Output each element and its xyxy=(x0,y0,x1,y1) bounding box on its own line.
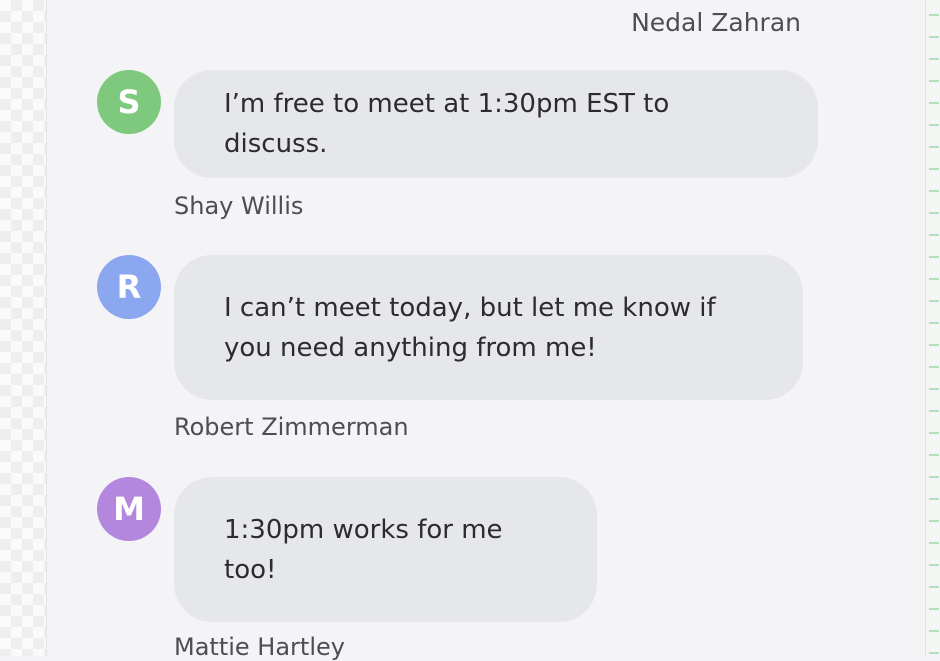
scrollbar-tick xyxy=(929,520,939,522)
scrollbar-tick xyxy=(929,344,939,346)
scrollbar-tick xyxy=(929,36,939,38)
scrollbar-tick xyxy=(929,388,939,390)
message-text: I’m free to meet at 1:30pm EST to discus… xyxy=(224,89,670,159)
message-sender-name: Mattie Hartley xyxy=(174,633,345,661)
scrollbar-tick xyxy=(929,58,939,60)
scrollbar-tick xyxy=(929,476,939,478)
scrollbar-tick xyxy=(929,102,939,104)
scrollbar-tick xyxy=(929,124,939,126)
scrollbar-tick xyxy=(929,542,939,544)
scrollbar-tick xyxy=(929,80,939,82)
scrollbar-tick xyxy=(929,410,939,412)
message-sender-name: Robert Zimmerman xyxy=(174,413,409,441)
avatar[interactable]: S xyxy=(97,70,161,134)
scrollbar-tick xyxy=(929,498,939,500)
left-background-strip xyxy=(0,0,47,656)
chat-message-list[interactable]: Nedal Zahran S I’m free to meet at 1:30p… xyxy=(47,0,925,661)
avatar[interactable]: M xyxy=(97,477,161,541)
scrollbar-tick xyxy=(929,630,939,632)
scrollbar-tick xyxy=(929,366,939,368)
scrollbar-tick xyxy=(929,146,939,148)
scrollbar[interactable] xyxy=(925,0,940,656)
avatar[interactable]: R xyxy=(97,255,161,319)
message-bubble[interactable]: 1:30pm works for me too! xyxy=(174,477,597,622)
message-bubble[interactable]: I can’t meet today, but let me know if y… xyxy=(174,255,803,400)
scrollbar-tick xyxy=(929,190,939,192)
scrollbar-tick xyxy=(929,454,939,456)
message-bubble[interactable]: I’m free to meet at 1:30pm EST to discus… xyxy=(174,70,818,178)
message-sender-name: Shay Willis xyxy=(174,192,304,220)
scrollbar-tick xyxy=(929,586,939,588)
scrollbar-tick xyxy=(929,652,939,654)
scrollbar-tick xyxy=(929,432,939,434)
scrollbar-tick xyxy=(929,168,939,170)
scrollbar-tick xyxy=(929,564,939,566)
message-sender-name: Nedal Zahran xyxy=(631,8,801,37)
scrollbar-tick xyxy=(929,608,939,610)
scrollbar-tick xyxy=(929,322,939,324)
scrollbar-tick xyxy=(929,14,939,16)
scrollbar-tick xyxy=(929,212,939,214)
scrollbar-tick xyxy=(929,234,939,236)
message-text: 1:30pm works for me too! xyxy=(224,514,503,585)
scrollbar-tick xyxy=(929,256,939,258)
scrollbar-tick xyxy=(929,300,939,302)
message-text: I can’t meet today, but let me know if y… xyxy=(224,292,716,363)
scrollbar-tick xyxy=(929,278,939,280)
